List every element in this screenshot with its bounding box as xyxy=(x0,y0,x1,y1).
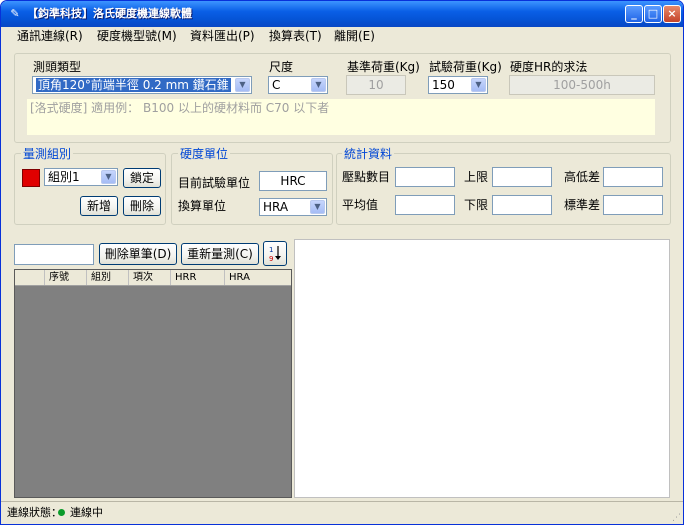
base-load-label: 基準荷重(Kg) xyxy=(347,60,420,74)
column-header[interactable]: HRR xyxy=(171,270,225,285)
current-unit-label: 目前試驗單位 xyxy=(178,176,251,190)
lower-label: 下限 xyxy=(464,198,489,212)
input-field[interactable] xyxy=(14,244,94,265)
status-value: 連線中 xyxy=(70,506,103,519)
lower-field xyxy=(492,195,552,215)
mean-label: 平均值 xyxy=(342,198,379,212)
points-field xyxy=(395,167,455,187)
column-header[interactable]: 組別 xyxy=(87,270,129,285)
lock-button[interactable]: 鎖定 xyxy=(123,168,161,188)
test-load-select[interactable]: 150 ▼ xyxy=(428,76,488,94)
points-label: 壓點數目 xyxy=(342,170,391,184)
delete-group-button[interactable]: 刪除 xyxy=(123,196,161,216)
status-label: 連線狀態： xyxy=(7,506,62,519)
status-dot-icon xyxy=(58,509,65,516)
convert-unit-value: HRA xyxy=(263,200,289,214)
unit-panel-title: 硬度單位 xyxy=(178,147,231,161)
window-title: 【鈞準科技】洛氏硬度機連線軟體 xyxy=(27,7,192,20)
close-button[interactable]: × xyxy=(663,5,681,23)
column-header[interactable]: HRA xyxy=(225,270,291,285)
indenter-label: 測頭類型 xyxy=(33,60,82,74)
maximize-button[interactable]: □ xyxy=(644,5,662,23)
group-value: 組別1 xyxy=(48,170,80,184)
grid-header: 序號 組別 項次 HRR HRA xyxy=(15,270,291,286)
app-icon: ✎ xyxy=(10,7,20,20)
chevron-down-icon[interactable]: ▼ xyxy=(471,78,486,92)
chevron-down-icon[interactable]: ▼ xyxy=(101,170,116,184)
chevron-down-icon[interactable]: ▼ xyxy=(311,78,326,92)
add-group-button[interactable]: 新增 xyxy=(80,196,118,216)
stdev-field xyxy=(603,195,663,215)
group-select[interactable]: 組別1 ▼ xyxy=(44,168,118,186)
menu-bar: 通訊連線(R) 硬度機型號(M) 資料匯出(P) 換算表(T) 離開(E) xyxy=(1,27,683,45)
indenter-select[interactable]: 頂角120°前端半徑 0.2 mm 鑽石錐 ▼ xyxy=(32,76,252,94)
grid-corner xyxy=(15,270,45,285)
sort-icon: 1 9 xyxy=(269,246,281,263)
convert-unit-label: 換算單位 xyxy=(178,199,227,213)
mean-field xyxy=(395,195,455,215)
remeasure-button[interactable]: 重新量測(C) xyxy=(181,243,259,265)
measure-group-title: 量測組別 xyxy=(21,147,74,161)
chart-panel xyxy=(294,239,670,498)
upper-label: 上限 xyxy=(464,170,489,184)
delete-single-button[interactable]: 刪除單筆(D) xyxy=(99,243,177,265)
menu-exit[interactable]: 離開(E) xyxy=(334,28,375,44)
chevron-down-icon[interactable]: ▼ xyxy=(310,200,325,214)
sort-button[interactable]: 1 9 xyxy=(263,241,287,266)
range-label: 高低差 xyxy=(564,170,601,184)
convert-unit-select[interactable]: HRA ▼ xyxy=(259,198,327,216)
menu-conversion[interactable]: 換算表(T) xyxy=(269,28,322,44)
menu-model[interactable]: 硬度機型號(M) xyxy=(97,28,177,44)
stdev-label: 標準差 xyxy=(564,198,601,212)
svg-text:1: 1 xyxy=(269,246,273,254)
scale-select[interactable]: C ▼ xyxy=(268,76,328,94)
upper-field xyxy=(492,167,552,187)
scale-value: C xyxy=(272,78,281,92)
scale-label: 尺度 xyxy=(269,60,294,74)
test-load-value: 150 xyxy=(432,78,455,92)
hr-method-label: 硬度HR的求法 xyxy=(510,60,588,74)
status-bar: 連線狀態： 連線中 ⋰ xyxy=(1,501,683,524)
column-header[interactable]: 項次 xyxy=(129,270,171,285)
column-header[interactable]: 序號 xyxy=(45,270,87,285)
range-field xyxy=(603,167,663,187)
title-bar: ✎ 【鈞準科技】洛氏硬度機連線軟體 _ □ × xyxy=(1,1,683,27)
group-color-swatch[interactable] xyxy=(22,169,40,187)
svg-text:9: 9 xyxy=(269,255,273,263)
test-load-label: 試驗荷重(Kg) xyxy=(429,60,502,74)
minimize-button[interactable]: _ xyxy=(625,5,643,23)
usage-note: [洛式硬度] 適用例： B100 以上的硬材料而 C70 以下者 xyxy=(27,99,655,135)
base-load-field: 10 xyxy=(346,75,406,95)
chevron-down-icon[interactable]: ▼ xyxy=(235,78,250,92)
app-window: ✎ 【鈞準科技】洛氏硬度機連線軟體 _ □ × 通訊連線(R) 硬度機型號(M)… xyxy=(0,0,684,525)
resize-grip-icon[interactable]: ⋰ xyxy=(672,513,681,523)
indenter-value: 頂角120°前端半徑 0.2 mm 鑽石錐 xyxy=(36,78,231,92)
stats-panel-title: 統計資料 xyxy=(342,147,395,161)
data-grid[interactable]: 序號 組別 項次 HRR HRA xyxy=(14,269,292,498)
menu-export[interactable]: 資料匯出(P) xyxy=(190,28,255,44)
hr-method-field: 100-500h xyxy=(509,75,655,95)
menu-connect[interactable]: 通訊連線(R) xyxy=(17,28,83,44)
current-unit-field: HRC xyxy=(259,171,327,191)
